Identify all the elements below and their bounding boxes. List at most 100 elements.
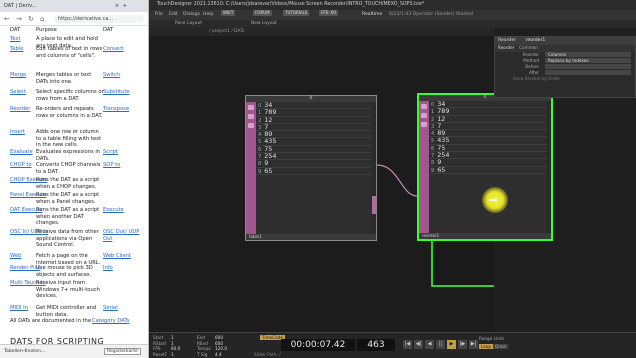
dat-link[interactable]: MIDI In [10, 305, 28, 312]
reverse-icon[interactable]: ◀ [425, 340, 434, 349]
flag-icon[interactable] [248, 105, 254, 110]
param-value[interactable]: Columns [545, 52, 631, 57]
tab-common[interactable]: Common [519, 45, 538, 51]
related-dat-link[interactable]: Info [103, 265, 113, 272]
cell-value: 65 [264, 166, 273, 175]
home-icon[interactable]: ⌂ [40, 12, 44, 26]
row-index: 8 [431, 160, 435, 167]
badge-forum[interactable]: FORUM [253, 10, 272, 16]
param-op-name[interactable]: reorder1 [526, 38, 546, 43]
related-dat-link[interactable]: Execute [103, 207, 124, 214]
table-row: 7 254 [256, 152, 372, 161]
start-icon[interactable]: |◀ [403, 340, 412, 349]
network-editor[interactable]: 0 0 34 1 789 2 12 3 7 4 89 5 435 6 75 7 254 8 9 9 65 table1… [149, 36, 553, 332]
flag-icon[interactable] [421, 104, 427, 109]
node-name[interactable]: table1 [246, 234, 376, 240]
tab-reorder[interactable]: Reorder [498, 45, 514, 51]
tab-pane-layout[interactable]: Pane Layout [175, 20, 202, 28]
reload-icon[interactable]: ↻ [28, 12, 34, 26]
related-dat-link[interactable]: Substitute [103, 89, 130, 96]
footer-button[interactable]: Registerkarte [104, 348, 141, 355]
tab-new-layout[interactable]: New Layout [251, 20, 277, 28]
step-back-icon[interactable]: ◀| [414, 340, 423, 349]
related-dat-link[interactable]: OSC Out/ UDP Out [103, 229, 148, 242]
menu-file[interactable]: File [155, 10, 163, 20]
browser-window: DAT | Deriv... × + ← → ↻ ⌂ https://deriv… [0, 0, 149, 358]
dat-description: Runs the DAT as a script when a Panel ch… [36, 192, 100, 205]
footer-text: Tabellen-Knoten... [4, 349, 46, 354]
pane-tabs: Pane Layout New Layout [149, 20, 636, 28]
related-dat-link[interactable]: Serial [103, 305, 118, 312]
forward-icon[interactable]: → [16, 12, 22, 26]
menu-help[interactable]: Help [203, 10, 213, 20]
param-value[interactable] [545, 64, 631, 69]
dat-link[interactable]: Table [10, 46, 23, 53]
browser-tab[interactable]: DAT | Deriv... × + [0, 0, 148, 12]
param-extra-label[interactable]: Keep Remaining Order [513, 76, 560, 82]
table-viewer: 0 34 1 789 2 12 3 7 4 89 5 435 6 75 7 254 8 9 9 65 [429, 101, 547, 233]
reorder-dat-node[interactable]: 0 0 34 1 789 2 12 3 7 4 89 5 435 6 75 7 254 8 9 9 65 reorde… [417, 93, 553, 241]
new-tab-icon[interactable]: + [123, 0, 127, 12]
output-connector[interactable] [372, 196, 376, 214]
dat-description: Converts CHOP channels to a DAT. [36, 162, 101, 175]
menu-edit[interactable]: Edit [169, 10, 178, 20]
badge-tutorials[interactable]: TUTORIALS [283, 10, 310, 16]
timecode-display[interactable]: 00:00:07.42 [281, 339, 355, 351]
time-stat-value[interactable]: 600 [215, 335, 223, 340]
step-forward-icon[interactable]: |▶ [458, 340, 467, 349]
dat-link[interactable]: Text [10, 36, 21, 43]
dat-link[interactable]: Insert [10, 129, 25, 136]
dat-link[interactable]: Select [10, 89, 26, 96]
pause-icon[interactable]: || [436, 340, 445, 349]
related-dat-link[interactable]: Web Client [103, 253, 131, 260]
related-dat-link[interactable]: SOP to [103, 162, 120, 169]
loop-button[interactable]: Loop [479, 344, 494, 349]
flag-icon[interactable] [421, 122, 427, 127]
flag-icon[interactable] [248, 123, 254, 128]
time-stat-label: FPS [153, 346, 161, 352]
col-header-dat-right: DAT [103, 27, 114, 33]
url-input[interactable]: https://derivative.ca... [54, 15, 144, 23]
dat-link[interactable]: Merge [10, 72, 26, 79]
end-icon[interactable]: ▶| [469, 340, 478, 349]
time-stat-value[interactable]: 4 4 [215, 352, 222, 357]
param-value[interactable] [545, 70, 631, 75]
param-value[interactable]: Replace by Indexes [545, 58, 631, 63]
related-dat-link[interactable]: Convert [103, 46, 124, 53]
menu-bar: File Edit Dialogs Help W8/T FORUM TUTORI… [149, 10, 636, 20]
dat-link[interactable]: Reorder [10, 106, 30, 113]
table-dat-node[interactable]: 0 0 34 1 789 2 12 3 7 4 89 5 435 6 75 7 254 8 9 9 65 table1 [245, 95, 377, 241]
row-index: 5 [258, 139, 262, 146]
dat-link[interactable]: Evaluate [10, 149, 33, 156]
dat-link[interactable]: CHOP to [10, 162, 32, 169]
frame-display[interactable]: 463 [357, 339, 395, 351]
col-header-dat: DAT [10, 27, 21, 33]
back-icon[interactable]: ← [4, 12, 10, 26]
flag-icon[interactable] [248, 114, 254, 119]
dat-link[interactable]: Web [10, 253, 21, 260]
row-index: 1 [258, 110, 262, 117]
related-dat-link[interactable]: Switch [103, 72, 120, 79]
category-dats-link[interactable]: Category DATs [92, 318, 129, 325]
col-header-purpose: Purpose [36, 27, 57, 33]
row-index: 4 [431, 131, 435, 138]
param-extra: Keep Remaining Order [495, 76, 635, 82]
related-dat-link[interactable]: Transpose [103, 106, 129, 113]
time-stat-value[interactable]: 120.0 [215, 346, 227, 351]
time-stat-value[interactable]: 1 [171, 335, 174, 340]
related-dat-link[interactable]: Script [103, 149, 118, 156]
menu-dialogs[interactable]: Dialogs [183, 10, 200, 20]
once-button[interactable]: Once [493, 344, 508, 349]
play-icon[interactable]: ▶ [447, 340, 456, 349]
cell-value: 65 [437, 165, 446, 174]
realtime-toggle[interactable]: Realtime [362, 10, 382, 20]
node-name[interactable]: reorder1 [419, 233, 551, 239]
path-text[interactable]: / project1 / DATs [209, 28, 244, 36]
time-stat-value[interactable]: 1 [171, 341, 174, 346]
flag-icon[interactable] [421, 113, 427, 118]
close-tab-icon[interactable]: × [115, 0, 119, 12]
time-stat-value[interactable]: 60.0 [171, 346, 180, 351]
time-stat-value[interactable]: 600 [215, 341, 223, 346]
time-stat-value[interactable]: 1 [171, 352, 174, 357]
row-index: 3 [258, 124, 262, 131]
